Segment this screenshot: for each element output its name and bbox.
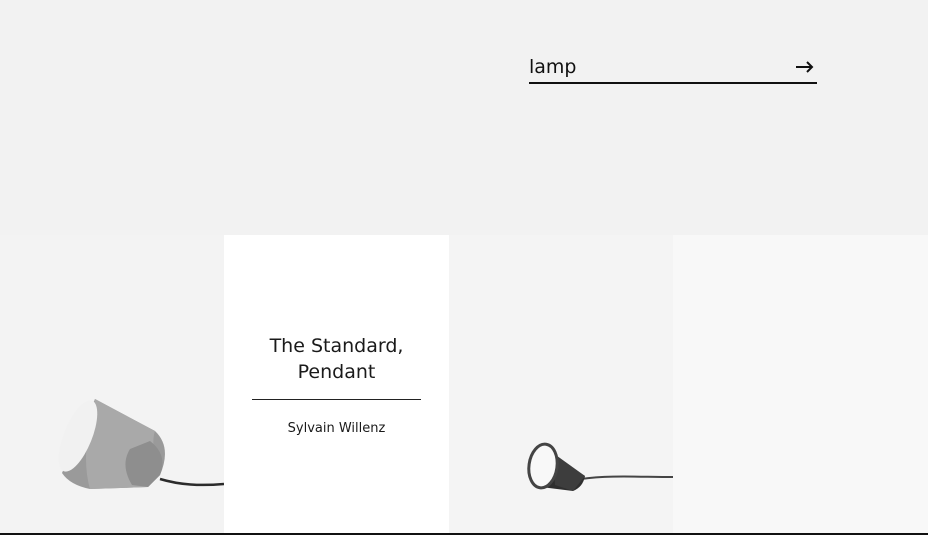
product-info-tile[interactable]: The Standard, Pendant Sylvain Willenz (224, 235, 449, 533)
search-submit-button[interactable] (793, 54, 817, 78)
title-divider (252, 399, 421, 400)
floor-lamp-image (58, 399, 224, 489)
product-tile-pendant-lamp[interactable] (449, 235, 673, 533)
search-area (0, 0, 928, 235)
arrow-right-icon (796, 61, 814, 73)
product-tile-floor-lamp[interactable] (0, 235, 224, 533)
search-field (529, 52, 817, 84)
product-tile-empty (673, 235, 928, 533)
product-title[interactable]: The Standard, Pendant (252, 333, 421, 385)
product-designer: Sylvain Willenz (287, 421, 386, 436)
search-input[interactable] (529, 52, 779, 82)
product-grid: The Standard, Pendant Sylvain Willenz (0, 235, 928, 535)
pendant-lamp-image (527, 442, 673, 491)
